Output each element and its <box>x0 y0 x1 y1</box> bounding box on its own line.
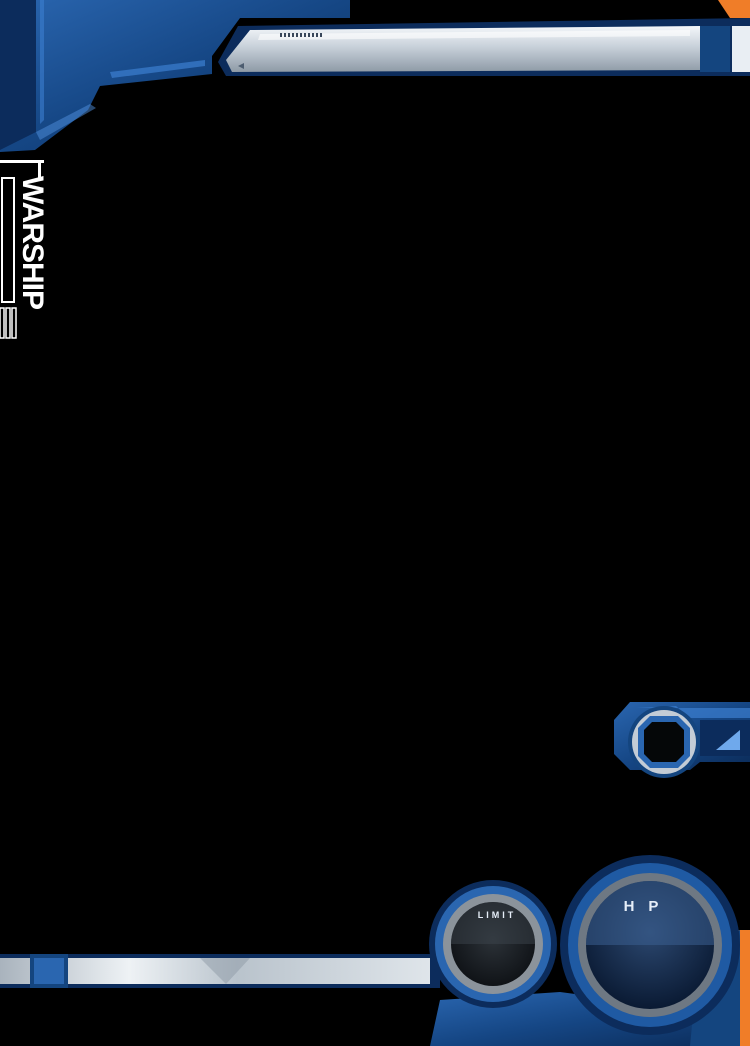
side-panel-title: WARSHIP <box>16 176 49 310</box>
bottom-status-bar <box>0 954 440 988</box>
hp-gauge-label: HP <box>623 898 673 915</box>
limit-gauge-label: LIMIT <box>477 910 517 920</box>
hud-frame <box>0 0 750 1046</box>
command-indicator <box>614 702 750 778</box>
limit-gauge <box>429 880 557 1008</box>
hp-gauge <box>560 855 740 1035</box>
